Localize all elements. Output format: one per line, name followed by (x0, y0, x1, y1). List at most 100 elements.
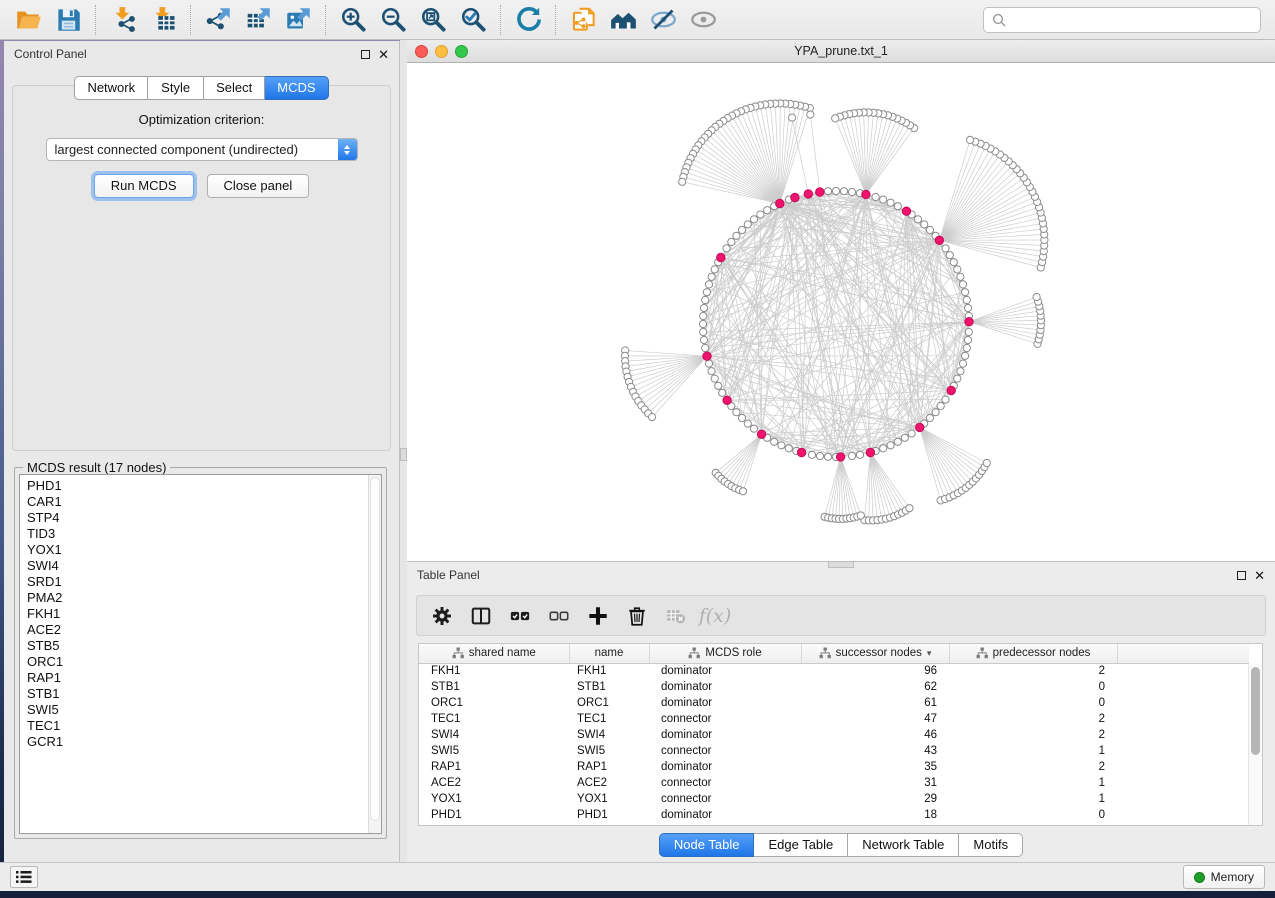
result-list-item[interactable]: PHD1 (27, 478, 368, 494)
table-row[interactable]: YOX1YOX1 connector291 (419, 791, 1249, 807)
result-list-item[interactable]: TEC1 (27, 718, 368, 734)
result-list-item[interactable]: CAR1 (27, 494, 368, 510)
mcds-tab-content: Optimization criterion: largest connecte… (12, 85, 391, 451)
table-row[interactable]: SWI4SWI4 dominator462 (419, 727, 1249, 743)
table-row[interactable]: TEC1TEC1 connector472 (419, 711, 1249, 727)
close-panel-button[interactable]: Close panel (207, 174, 310, 198)
network-titlebar[interactable]: YPA_prune.txt_1 (407, 40, 1275, 63)
tab-node-table[interactable]: Node Table (659, 833, 755, 857)
columns-button[interactable] (466, 601, 496, 631)
result-list-item[interactable]: FKH1 (27, 606, 368, 622)
tab-select[interactable]: Select (204, 76, 265, 100)
table-row[interactable]: ORC1ORC1 dominator610 (419, 695, 1249, 711)
import-table-button[interactable] (143, 3, 183, 37)
zoom-fit-button[interactable] (413, 3, 453, 37)
table-row[interactable]: ACE2ACE2 connector311 (419, 775, 1249, 791)
search-box (983, 7, 1261, 33)
table-row[interactable]: FKH1FKH1 dominator962 (419, 663, 1249, 679)
delete-column-button[interactable] (622, 601, 652, 631)
zoom-selected-button[interactable] (453, 3, 493, 37)
show-panel-button[interactable] (683, 3, 723, 37)
tab-network[interactable]: Network (74, 76, 148, 100)
open-file-button[interactable] (8, 3, 48, 37)
tab-motifs[interactable]: Motifs (959, 833, 1023, 857)
zoom-fit-icon (420, 6, 447, 33)
result-list-item[interactable]: STP4 (27, 510, 368, 526)
result-list-item[interactable]: PMA2 (27, 590, 368, 606)
result-list-item[interactable]: STB5 (27, 638, 368, 654)
toolbar-separator (325, 5, 326, 35)
mcds-result-list[interactable]: PHD1CAR1STP4TID3YOX1SWI4SRD1PMA2FKH1ACE2… (19, 474, 382, 834)
search-input[interactable] (1012, 13, 1252, 27)
table-row[interactable]: PHD1PHD1 dominator180 (419, 807, 1249, 823)
result-list-item[interactable]: ACE2 (27, 622, 368, 638)
optimization-criterion-dropdown[interactable]: largest connected component (undirected) (46, 138, 358, 161)
result-list-item[interactable]: TID3 (27, 526, 368, 542)
tab-network-table[interactable]: Network Table (848, 833, 959, 857)
workspace: Control Panel ✕ NetworkStyleSelectMCDS O… (0, 40, 1275, 862)
horizontal-splitter-handle[interactable] (828, 561, 854, 568)
delete-table-button (661, 601, 691, 631)
toolbar-separator (555, 5, 556, 35)
zoom-out-button[interactable] (373, 3, 413, 37)
result-list-item[interactable]: SRD1 (27, 574, 368, 590)
hide-panel-button[interactable] (643, 3, 683, 37)
sort-menu-icon[interactable]: ▾ (927, 648, 932, 659)
clone-network-button[interactable] (563, 3, 603, 37)
memory-button[interactable]: Memory (1183, 865, 1265, 889)
network-graph[interactable] (407, 63, 1275, 560)
export-table-button[interactable] (238, 3, 278, 37)
table-row[interactable]: RAP1RAP1 dominator352 (419, 759, 1249, 775)
splitter-handle[interactable] (400, 448, 407, 461)
tab-style[interactable]: Style (148, 76, 204, 100)
save-session-button[interactable] (48, 3, 88, 37)
tab-edge-table[interactable]: Edge Table (754, 833, 848, 857)
vertical-splitter[interactable] (400, 40, 407, 862)
table-tabs: Node TableEdge TableNetwork TableMotifs (407, 833, 1275, 857)
close-table-panel-icon[interactable]: ✕ (1254, 569, 1265, 582)
column-header-successor-nodes[interactable]: successor nodes▾ (801, 644, 949, 663)
result-list-item[interactable]: ORC1 (27, 654, 368, 670)
run-mcds-button[interactable]: Run MCDS (94, 174, 194, 198)
table-row[interactable]: SWI5SWI5 connector431 (419, 743, 1249, 759)
float-window-icon[interactable] (361, 50, 370, 59)
gear-button[interactable] (427, 601, 457, 631)
result-list-scrollbar[interactable] (368, 475, 381, 833)
save-session-icon (55, 6, 82, 33)
search-area (983, 7, 1261, 33)
table-row[interactable]: STB1STB1 dominator620 (419, 679, 1249, 695)
tab-mcds[interactable]: MCDS (265, 76, 328, 100)
export-image-button[interactable] (278, 3, 318, 37)
add-column-button[interactable] (583, 601, 613, 631)
control-panel-title: Control Panel (14, 47, 87, 61)
automation-panel-button[interactable] (10, 866, 38, 888)
control-panel: Control Panel ✕ NetworkStyleSelectMCDS O… (4, 41, 400, 862)
show-panel-icon (690, 6, 717, 33)
refresh-icon (515, 6, 542, 33)
column-header-predecessor-nodes[interactable]: predecessor nodes (949, 644, 1117, 663)
export-network-button[interactable] (198, 3, 238, 37)
result-list-item[interactable]: RAP1 (27, 670, 368, 686)
select-all-button[interactable] (505, 601, 535, 631)
close-panel-icon[interactable]: ✕ (378, 48, 389, 61)
result-list-item[interactable]: SWI5 (27, 702, 368, 718)
result-list-item[interactable]: SWI4 (27, 558, 368, 574)
table-panel-title: Table Panel (417, 568, 480, 582)
result-list-item[interactable]: YOX1 (27, 542, 368, 558)
zoom-in-button[interactable] (333, 3, 373, 37)
result-list-item[interactable]: STB1 (27, 686, 368, 702)
float-table-panel-icon[interactable] (1237, 571, 1246, 580)
result-list-item[interactable]: GCR1 (27, 734, 368, 750)
select-all-icon (509, 605, 531, 627)
column-header-name[interactable]: name (569, 644, 649, 663)
deselect-all-icon (548, 605, 570, 627)
network-canvas[interactable] (407, 63, 1275, 560)
toolbar-separator (500, 5, 501, 35)
column-header-MCDS-role[interactable]: MCDS role (649, 644, 801, 663)
table-scrollbar[interactable] (1248, 664, 1262, 825)
column-header-shared-name[interactable]: shared name (419, 644, 569, 663)
deselect-all-button[interactable] (544, 601, 574, 631)
import-network-button[interactable] (103, 3, 143, 37)
first-neighbors-button[interactable] (603, 3, 643, 37)
refresh-button[interactable] (508, 3, 548, 37)
